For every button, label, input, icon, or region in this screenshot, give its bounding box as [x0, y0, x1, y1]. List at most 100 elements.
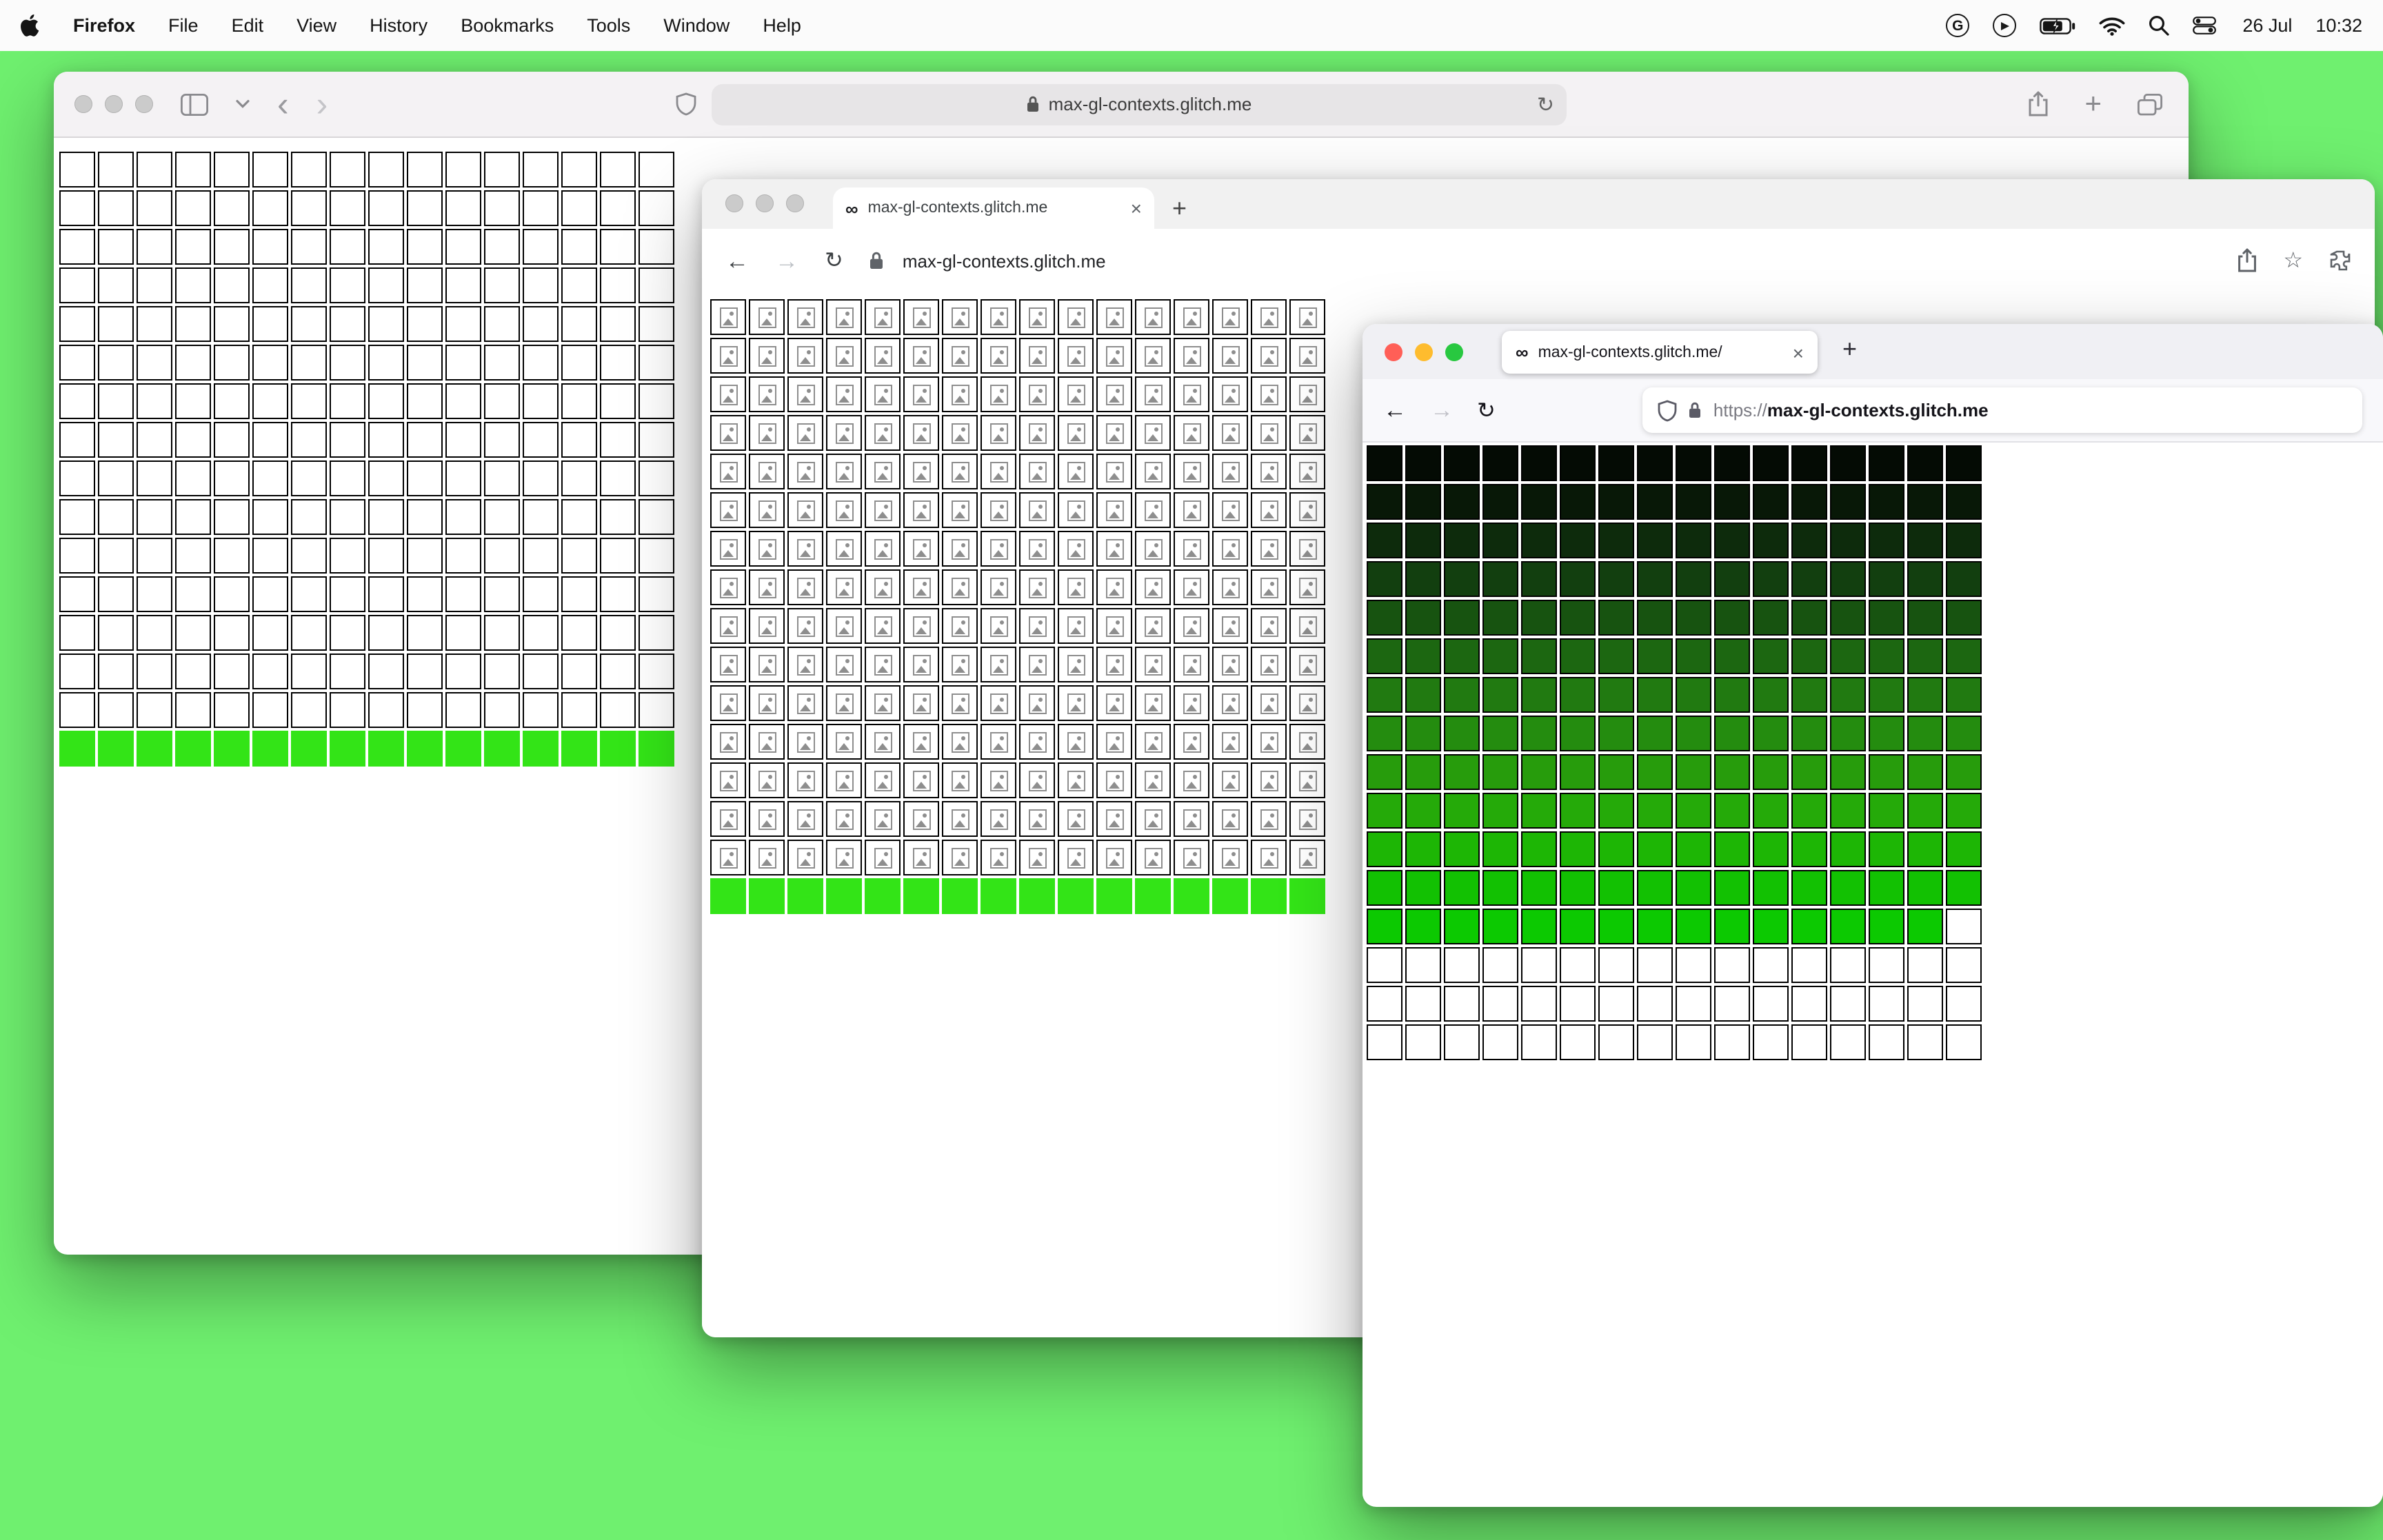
close-window-button[interactable]: [74, 95, 92, 113]
battery-icon[interactable]: [2040, 17, 2075, 34]
sidebar-icon[interactable]: [181, 93, 208, 115]
canvas-cell: [1251, 724, 1287, 760]
menu-item[interactable]: File: [168, 15, 199, 36]
menu-date[interactable]: 26 Jul: [2242, 15, 2292, 36]
tab-overview-icon[interactable]: [2138, 93, 2162, 115]
minimize-window-button[interactable]: [105, 95, 123, 113]
canvas-cell: [214, 190, 250, 226]
broken-image-icon: [912, 538, 930, 559]
broken-image-icon: [1260, 731, 1278, 752]
broken-image-icon: [1028, 500, 1046, 520]
lock-icon[interactable]: [869, 251, 885, 270]
extensions-puzzle-icon[interactable]: [2329, 250, 2351, 272]
canvas-cell: [368, 383, 404, 419]
canvas-cell: [1251, 299, 1287, 335]
forward-button[interactable]: →: [775, 249, 798, 272]
zoom-window-button[interactable]: [786, 194, 804, 212]
share-icon[interactable]: [2027, 91, 2049, 117]
new-tab-button[interactable]: +: [1172, 196, 1187, 221]
canvas-cell: [1753, 716, 1789, 751]
minimize-window-button[interactable]: [1415, 343, 1433, 361]
menu-item[interactable]: Bookmarks: [461, 15, 554, 36]
reload-button[interactable]: ↻: [1477, 396, 1496, 424]
broken-image-icon: [1028, 538, 1046, 559]
browser-tab[interactable]: ∞ max-gl-contexts.glitch.me ×: [833, 188, 1154, 229]
menu-item[interactable]: Window: [663, 15, 730, 36]
broken-image-icon: [796, 461, 814, 482]
zoom-window-button[interactable]: [135, 95, 153, 113]
menu-item[interactable]: View: [296, 15, 336, 36]
canvas-cell: [214, 306, 250, 342]
minimize-window-button[interactable]: [756, 194, 774, 212]
wifi-icon[interactable]: [2099, 16, 2125, 35]
forward-button[interactable]: ›: [316, 87, 328, 121]
grammarly-icon[interactable]: G: [1946, 14, 1970, 37]
canvas-cell: [1714, 523, 1750, 558]
canvas-cell: [1212, 415, 1248, 451]
canvas-cell: [330, 306, 365, 342]
canvas-cell: [942, 376, 978, 412]
menu-time[interactable]: 10:32: [2315, 15, 2362, 36]
canvas-cell: [1676, 716, 1711, 751]
canvas-cell: [1521, 445, 1557, 481]
broken-image-icon: [874, 770, 892, 791]
browser-tab[interactable]: ∞ max-gl-contexts.glitch.me/ ×: [1502, 331, 1818, 374]
back-button[interactable]: ‹: [277, 87, 289, 121]
canvas-cell: [1405, 523, 1441, 558]
lock-icon[interactable]: [1689, 401, 1702, 419]
share-icon[interactable]: [2236, 248, 2257, 273]
canvas-cell: [1367, 831, 1402, 867]
bookmark-star-icon[interactable]: ☆: [2283, 247, 2303, 274]
canvas-cell: [1405, 716, 1441, 751]
menu-item[interactable]: Help: [763, 15, 801, 36]
menu-item[interactable]: Tools: [587, 15, 630, 36]
canvas-cell: [59, 499, 95, 535]
apple-menu-icon[interactable]: [21, 14, 40, 37]
canvas-cell: [175, 615, 211, 651]
menu-app-name[interactable]: Firefox: [73, 15, 135, 36]
canvas-cell: [1598, 561, 1634, 597]
broken-image-icon: [1298, 693, 1316, 713]
canvas-cell: [600, 190, 636, 226]
canvas-cell: [1058, 801, 1094, 837]
canvas-cell: [826, 415, 862, 451]
canvas-cell: [600, 615, 636, 651]
new-tab-button[interactable]: +: [1842, 336, 1857, 361]
menu-item[interactable]: History: [370, 15, 428, 36]
canvas-cell: [639, 692, 674, 728]
menu-item[interactable]: Edit: [232, 15, 264, 36]
canvas-cell: [600, 692, 636, 728]
broken-image-icon: [1144, 693, 1162, 713]
spotlight-search-icon[interactable]: [2149, 15, 2169, 36]
canvas-cell: [137, 654, 172, 689]
tab-close-button[interactable]: ×: [1793, 343, 1804, 362]
close-window-button[interactable]: [725, 194, 743, 212]
reload-button[interactable]: ↻: [825, 247, 843, 274]
privacy-shield-icon[interactable]: [676, 92, 696, 116]
now-playing-icon[interactable]: [1993, 14, 2017, 37]
back-button[interactable]: ←: [725, 249, 749, 272]
zoom-window-button[interactable]: [1445, 343, 1463, 361]
control-center-icon[interactable]: [2193, 17, 2217, 34]
url-text[interactable]: max-gl-contexts.glitch.me: [903, 250, 1106, 271]
canvas-cell: [749, 724, 785, 760]
canvas-cell: [1251, 840, 1287, 875]
broken-image-icon: [951, 345, 969, 366]
chevron-down-icon[interactable]: [236, 99, 250, 109]
new-tab-button[interactable]: +: [2084, 90, 2102, 119]
broken-image-icon: [1221, 345, 1239, 366]
reload-button[interactable]: ↻: [1537, 92, 1554, 116]
close-window-button[interactable]: [1385, 343, 1402, 361]
canvas-cell: [1444, 870, 1480, 906]
tracking-protection-shield-icon[interactable]: [1658, 399, 1678, 421]
url-field[interactable]: max-gl-contexts.glitch.me ↻: [712, 83, 1567, 125]
canvas-cell: [749, 531, 785, 567]
forward-button[interactable]: →: [1430, 398, 1454, 422]
broken-image-icon: [1183, 693, 1200, 713]
back-button[interactable]: ←: [1383, 398, 1407, 422]
url-bar[interactable]: https:// max-gl-contexts.glitch.me: [1642, 387, 2362, 433]
canvas-cell: [1096, 569, 1132, 605]
tab-close-button[interactable]: ×: [1131, 199, 1142, 218]
broken-image-icon: [912, 577, 930, 598]
broken-image-icon: [835, 847, 853, 868]
